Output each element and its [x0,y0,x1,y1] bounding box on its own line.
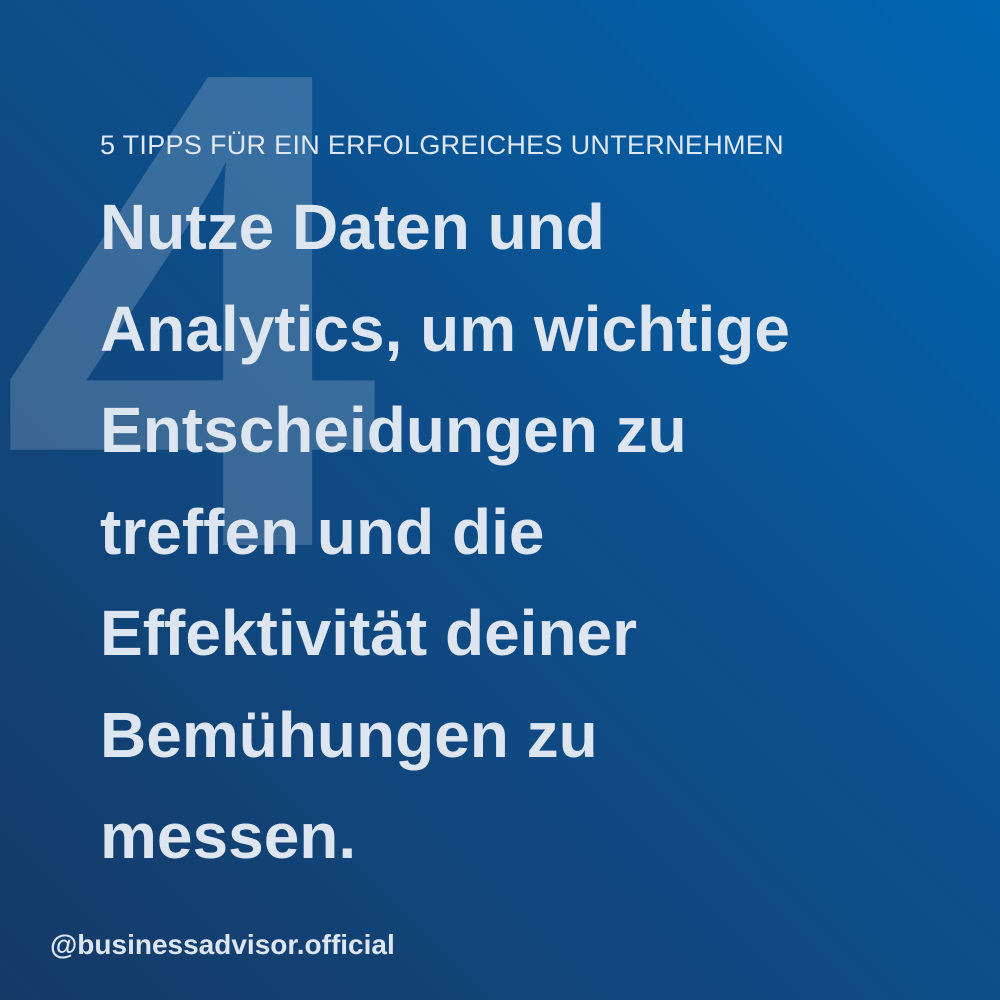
headline-line: Analytics, um wichtige [100,292,790,365]
headline-line: Bemühungen zu [100,698,598,771]
post-canvas: 4 5 TIPPS FÜR EIN ERFOLGREICHES UNTERNEH… [0,0,1000,1000]
headline-line: treffen und die [100,495,545,568]
headline-line: Effektivität deiner [100,597,638,669]
headline-line: Nutze Daten und [100,191,605,263]
headline-line: messen. [100,800,357,872]
tip-headline: Nutze Daten und Analytics, um wichtige E… [100,177,980,888]
headline-line: Entscheidungen zu [100,394,687,466]
series-title: 5 TIPPS FÜR EIN ERFOLGREICHES UNTERNEHME… [100,130,784,160]
account-handle: @businessadvisor.official [50,929,395,960]
